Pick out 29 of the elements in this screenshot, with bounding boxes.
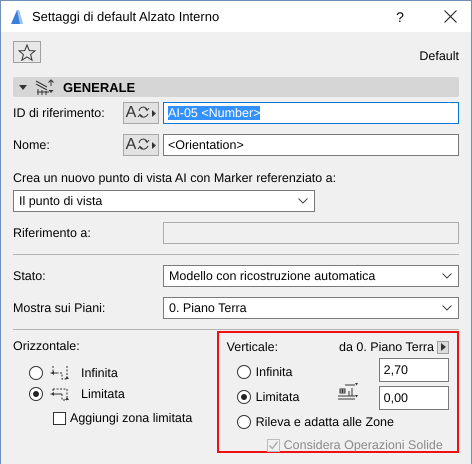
field-label: Riferimento a: xyxy=(13,226,92,240)
viewpoint-label: Crea un nuovo punto di vista AI con Marker referenziato a: xyxy=(13,171,338,185)
dropdown[interactable]: Il punto di vista xyxy=(13,190,315,212)
dropdown[interactable]: Modello con ricostruzione automatica xyxy=(163,265,459,287)
checkbox-label: Considera Operazioni Solide xyxy=(284,438,443,452)
text-field[interactable]: <Orientation> xyxy=(163,134,459,156)
field-label: Stato: xyxy=(13,269,47,283)
group-label: Verticale: xyxy=(226,340,278,354)
height-field[interactable]: 0,00 xyxy=(378,386,449,410)
field-label: Mostra sui Piani: xyxy=(13,301,106,315)
preset-name: Default xyxy=(419,49,459,63)
field-label: ID di riferimento: xyxy=(13,106,106,120)
radio-label: Infinita xyxy=(256,365,292,379)
story-reference: da 0. Piano Terra xyxy=(339,340,434,354)
radio-label: Limitata xyxy=(81,387,125,401)
help-button[interactable]: ? xyxy=(390,8,410,24)
autotext-button[interactable]: A xyxy=(123,102,159,124)
group-label: Orizzontale: xyxy=(13,339,80,353)
dropdown[interactable]: 0. Piano Terra xyxy=(163,297,459,319)
window-title: Settaggi di default Alzato Interno xyxy=(32,9,220,24)
radio-label: Infinita xyxy=(81,366,118,380)
height-field[interactable]: 2,70 xyxy=(378,358,449,382)
section-title: GENERALE xyxy=(63,80,136,94)
field-label: Nome: xyxy=(13,138,51,152)
checkbox-label: Aggiungi zona limitata xyxy=(70,411,192,425)
radio-label: Limitata xyxy=(256,390,300,404)
section-header[interactable]: GENERALE xyxy=(13,77,459,97)
autotext-button[interactable]: A xyxy=(123,134,159,156)
radio-label: Rileva e adatta alle Zone xyxy=(256,415,394,429)
